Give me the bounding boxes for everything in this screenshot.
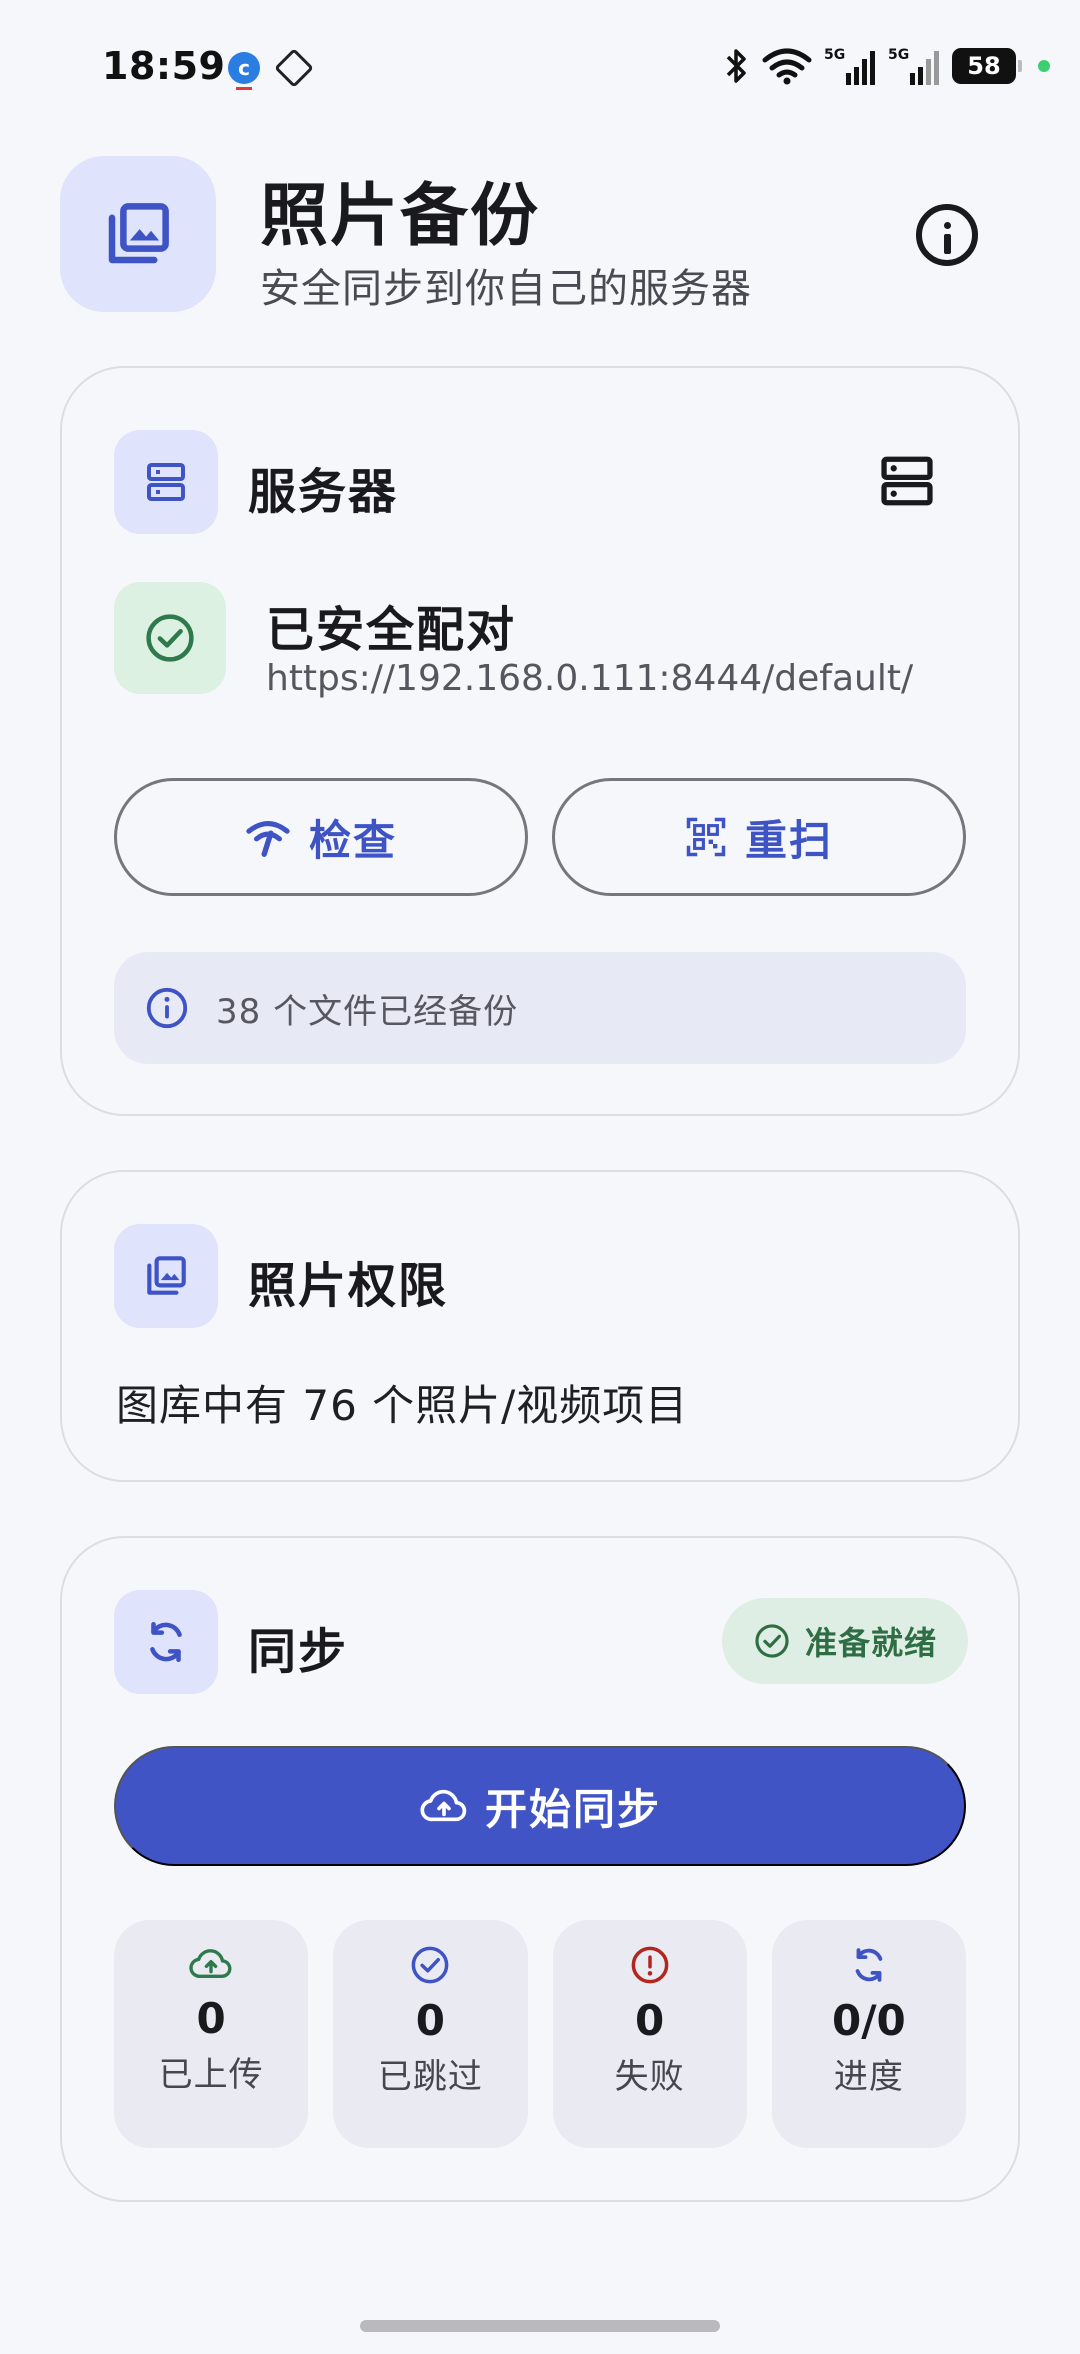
stat-label: 已跳过 [377,2057,483,2097]
server-settings-icon[interactable] [878,452,936,510]
cloud-upload-icon [189,1949,232,1978]
library-count-text: 图库中有 76 个照片/视频项目 [116,1381,689,1430]
stat-value: 0/0 [831,1996,906,2045]
server-card: 服务器 已安全配对 https://192.168.0.111:8444/def… [60,366,1020,1116]
server-icon [147,463,185,501]
photo-library-icon [108,203,169,264]
sync-icon [150,1622,182,1662]
privacy-indicator-dot [1038,60,1050,72]
server-url: https://192.168.0.111:8444/default/ [266,658,914,699]
check-circle-icon [146,614,194,662]
sync-card: 同步 准备就绪 开始同步 0 已上传 0 已跳过 0 失败 0/0 进度 [60,1536,1020,2202]
photo-library-icon [147,1256,186,1295]
start-sync-label: 开始同步 [484,1785,661,1833]
sync-stats: 0 已上传 0 已跳过 0 失败 0/0 进度 [114,1920,966,2148]
photo-permission-card: 照片权限 图库中有 76 个照片/视频项目 [60,1170,1020,1482]
svg-text:5G: 5G [824,47,845,63]
stat-progress: 0/0 进度 [771,1920,966,2148]
stat-value: 0 [635,1996,665,2045]
wifi-check-icon [246,821,290,857]
sync-tile [114,1590,218,1694]
battery-indicator: 58 [952,48,1022,84]
sync-icon [855,1948,883,1982]
status-bar: 18:59 c 5G 5G 58 [0,0,1080,140]
stat-label: 进度 [833,2057,904,2097]
info-icon [146,987,188,1029]
check-circle-icon [412,1946,449,1984]
backup-info-note: 38 个文件已经备份 [114,952,966,1064]
cloud-upload-icon [420,1789,467,1822]
stat-skipped: 0 已跳过 [333,1920,528,2148]
notification-app-icon: c [228,52,260,90]
page-title: 照片备份 [260,177,541,256]
pair-status-title: 已安全配对 [266,602,517,658]
app-logo [60,156,216,312]
stat-value: 0 [415,1996,445,2045]
bluetooth-icon [726,49,746,83]
page-subtitle: 安全同步到你自己的服务器 [260,266,752,312]
check-button[interactable]: 检查 [114,778,528,896]
check-button-label: 检查 [308,816,397,864]
svg-text:5G: 5G [888,47,909,63]
sync-card-title: 同步 [248,1624,349,1680]
pair-status-tile [114,582,226,694]
stat-failed: 0 失败 [552,1920,747,2148]
wifi-icon [762,48,812,85]
stat-label: 已上传 [158,2055,264,2095]
permission-card-title: 照片权限 [248,1258,449,1314]
notification-app-icon-2 [274,48,314,88]
ready-status-text: 准备就绪 [804,1624,937,1662]
5g-signal-icon: 5G [824,47,875,85]
permission-tile [114,1224,218,1328]
stat-uploaded: 0 已上传 [114,1920,309,2148]
server-card-title: 服务器 [248,464,399,520]
error-circle-icon [631,1946,668,1984]
backup-count-text: 38 个文件已经备份 [216,991,519,1032]
rescan-button-label: 重扫 [744,816,833,864]
start-sync-button[interactable]: 开始同步 [114,1746,966,1866]
ready-status-badge: 准备就绪 [722,1598,968,1684]
home-indicator[interactable] [360,2320,720,2332]
rescan-button[interactable]: 重扫 [552,778,966,896]
stat-value: 0 [196,1994,226,2043]
5g-signal-icon: 5G [888,47,939,85]
info-icon [943,222,951,229]
status-icons: 5G 5G 58 [724,44,1050,88]
qr-scan-icon [686,817,726,857]
status-time: 18:59 [102,44,226,88]
server-tile [114,430,218,534]
info-button[interactable] [916,204,978,266]
stat-label: 失败 [614,2057,685,2097]
check-circle-icon [755,1624,789,1658]
